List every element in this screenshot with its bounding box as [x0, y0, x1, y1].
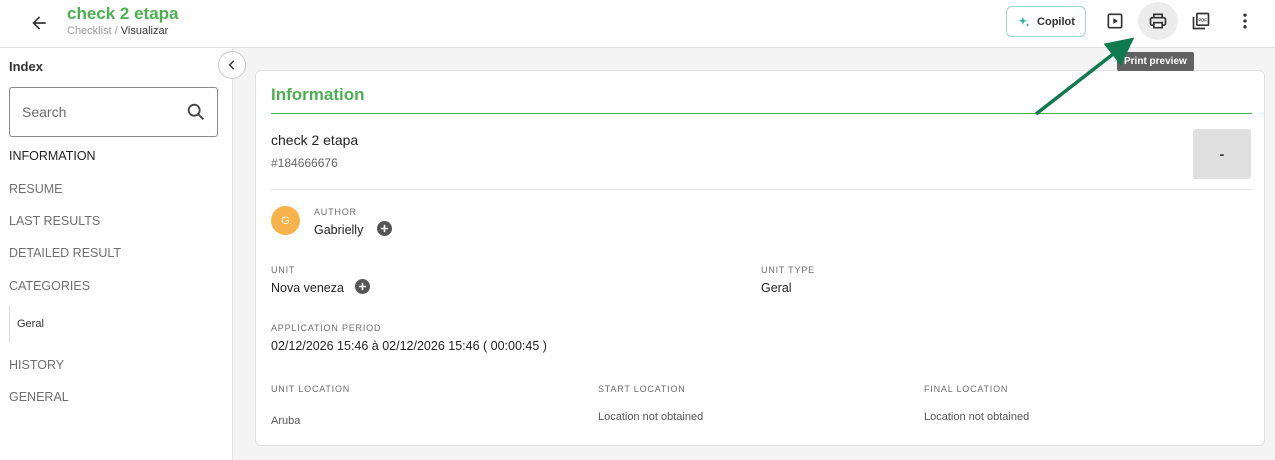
unit-label: UNIT: [271, 265, 296, 275]
breadcrumb-current: Visualizar: [120, 25, 169, 37]
more-vertical-icon: [1243, 13, 1247, 29]
sidebar-item-detailed-result[interactable]: DETAILED RESULT: [9, 246, 121, 260]
sidebar-title: Index: [9, 59, 43, 74]
unit-type-label: UNIT TYPE: [761, 265, 815, 275]
unit-location-label: UNIT LOCATION: [271, 384, 351, 394]
sparkle-icon: [1018, 16, 1030, 27]
start-location-value: Location not obtained: [598, 411, 704, 423]
section-title: Information: [271, 85, 365, 104]
search-icon[interactable]: [185, 101, 207, 123]
add-author-button[interactable]: [377, 221, 392, 236]
pdf-export-button[interactable]: PDF: [1181, 2, 1221, 40]
sidebar-item-last-results[interactable]: LAST RESULTS: [9, 214, 100, 228]
sidebar-item-history[interactable]: HISTORY: [9, 358, 64, 372]
information-card: Information check 2 etapa #184666676 - G…: [255, 70, 1265, 446]
score-badge: -: [1193, 129, 1251, 179]
printer-icon: [1149, 13, 1167, 29]
chevron-left-icon: [228, 60, 235, 70]
pdf-icon: PDF: [1192, 12, 1210, 30]
categories-subnav: Geral: [9, 306, 129, 342]
svg-text:PDF: PDF: [1199, 17, 1208, 22]
author-name: Gabrielly: [314, 223, 364, 237]
divider: [271, 189, 1252, 190]
add-unit-button[interactable]: [355, 279, 370, 294]
start-location-label: START LOCATION: [598, 384, 686, 394]
check-id: #184666676: [271, 156, 338, 170]
more-options-button[interactable]: [1225, 2, 1265, 40]
arrow-left-icon: [32, 16, 46, 30]
application-period-value: 02/12/2026 15:46 à 02/12/2026 15:46 ( 00…: [271, 339, 547, 353]
index-sidebar: Index INFORMATION RESUME LAST RESULTS DE…: [0, 48, 233, 460]
breadcrumb-separator: /: [111, 25, 121, 37]
unit-value: Nova veneza: [271, 281, 344, 295]
collapse-sidebar-button[interactable]: [218, 51, 246, 79]
final-location-value: Location not obtained: [924, 411, 1030, 423]
unit-type-value: Geral: [761, 281, 792, 295]
sidebar-item-resume[interactable]: RESUME: [9, 182, 62, 196]
print-preview-tooltip: Print preview: [1117, 52, 1194, 71]
author-label: AUTHOR: [314, 207, 357, 217]
search-input[interactable]: [22, 88, 182, 136]
sidebar-item-general[interactable]: GENERAL: [9, 390, 69, 404]
play-box-icon: [1107, 13, 1123, 29]
avatar: G: [271, 206, 300, 235]
section-divider: [271, 113, 1252, 114]
sidebar-subitem-geral[interactable]: Geral: [17, 318, 44, 330]
main-content: Information check 2 etapa #184666676 - G…: [233, 48, 1275, 460]
sidebar-item-information[interactable]: INFORMATION: [9, 149, 96, 163]
breadcrumb: Checklist / Visualizar: [67, 25, 168, 37]
print-preview-button[interactable]: [1138, 2, 1178, 40]
check-name: check 2 etapa: [271, 132, 359, 148]
search-field[interactable]: [9, 87, 218, 137]
unit-location-value: Aruba: [271, 415, 301, 427]
breadcrumb-parent[interactable]: Checklist: [67, 25, 112, 37]
plus-circle-icon: [358, 282, 367, 291]
back-button[interactable]: [24, 8, 54, 38]
final-location-label: FINAL LOCATION: [924, 384, 1009, 394]
copilot-button[interactable]: Copilot: [1006, 6, 1086, 37]
page-title: check 2 etapa: [67, 4, 179, 23]
application-period-label: APPLICATION PERIOD: [271, 323, 382, 333]
copilot-label: Copilot: [1037, 15, 1075, 28]
sidebar-item-categories[interactable]: CATEGORIES: [9, 279, 90, 293]
top-header: check 2 etapa Checklist / Visualizar Cop…: [0, 0, 1275, 48]
plus-circle-icon: [380, 224, 389, 233]
play-button[interactable]: [1095, 2, 1135, 40]
